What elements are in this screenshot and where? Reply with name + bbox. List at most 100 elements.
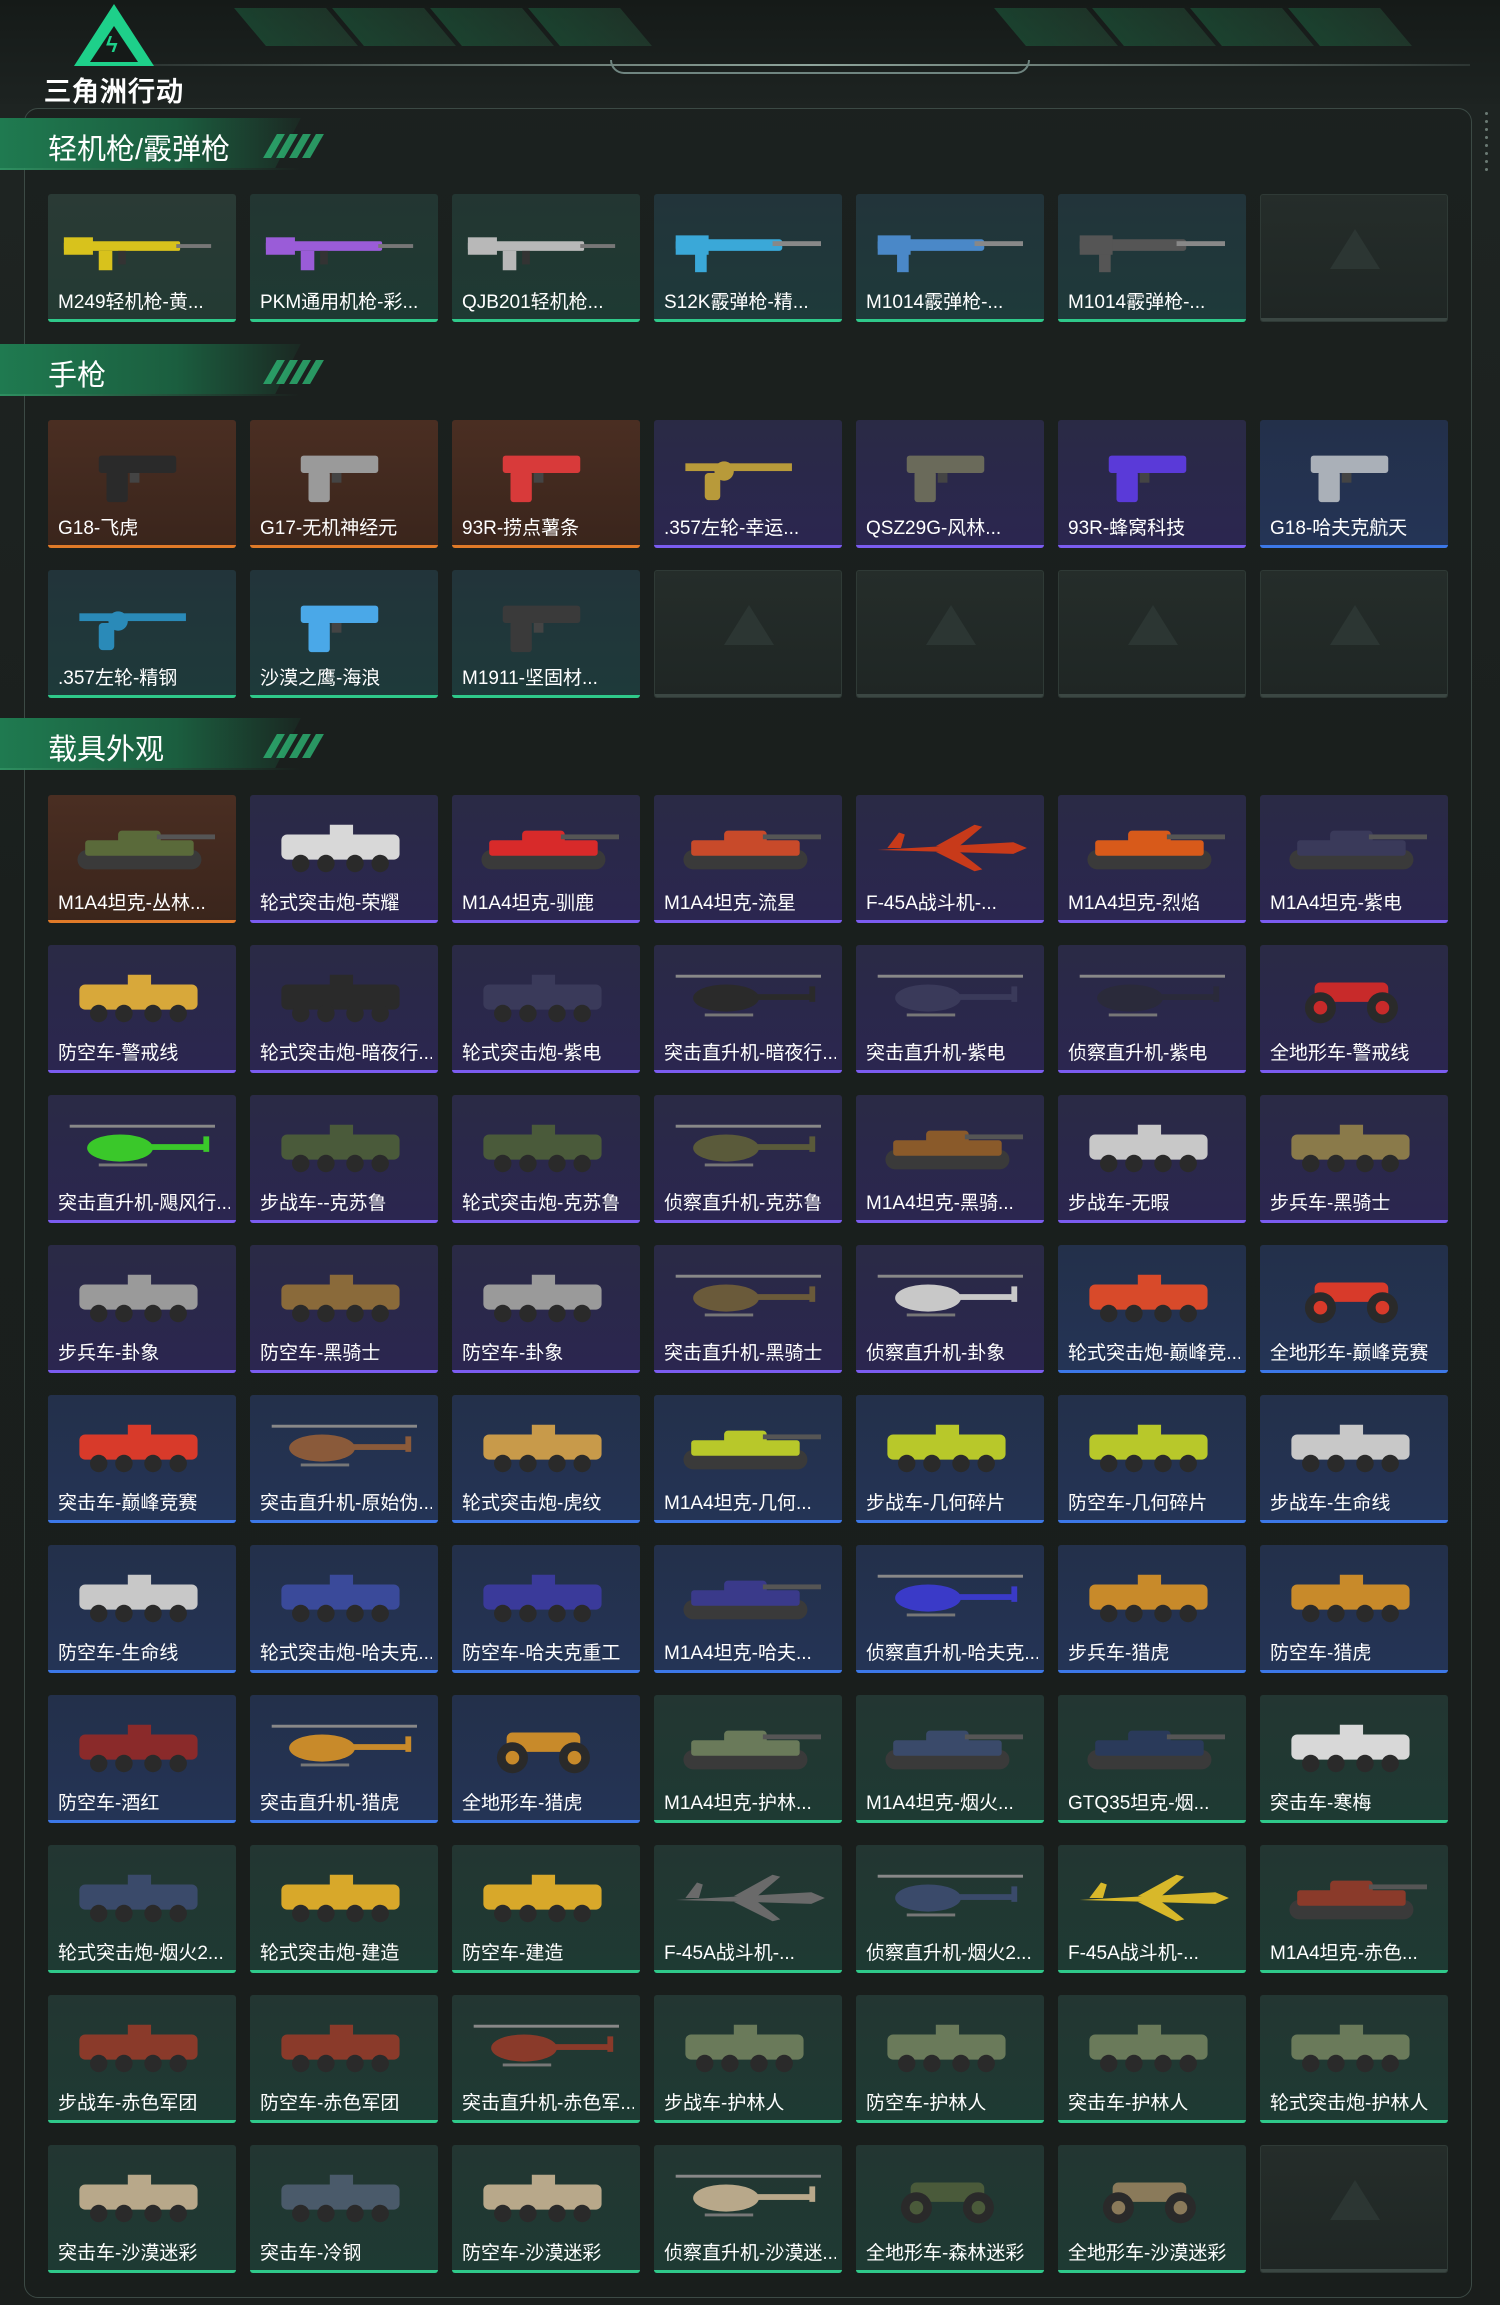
item-card[interactable]: 全地形车-猎虎 xyxy=(452,1695,640,1823)
item-name: M1014霰弹枪-... xyxy=(866,292,1004,313)
item-name: 突击车-巅峰竞赛 xyxy=(58,1493,198,1514)
item-card[interactable]: M1A4坦克-驯鹿 xyxy=(452,795,640,923)
item-card[interactable]: 防空车-建造 xyxy=(452,1845,640,1973)
item-card[interactable]: GTQ35坦克-烟... xyxy=(1058,1695,1246,1823)
item-name: F-45A战斗机-... xyxy=(866,893,997,914)
item-name: 侦察直升机-紫电 xyxy=(1068,1043,1208,1064)
item-card[interactable]: M1A4坦克-哈夫... xyxy=(654,1545,842,1673)
item-card[interactable]: S12K霰弹枪-精... xyxy=(654,194,842,322)
item-card[interactable]: M1A4坦克-几何... xyxy=(654,1395,842,1523)
item-card[interactable]: 防空车-警戒线 xyxy=(48,945,236,1073)
item-card[interactable]: M1911-坚固材... xyxy=(452,570,640,698)
rarity-stripe xyxy=(48,2270,236,2273)
item-card[interactable]: 突击直升机-原始伪... xyxy=(250,1395,438,1523)
jet-icon xyxy=(877,824,1027,872)
item-card[interactable]: PKM通用机枪-彩... xyxy=(250,194,438,322)
item-card[interactable]: 步战车-无暇 xyxy=(1058,1095,1246,1223)
item-card[interactable]: QSZ29G-风林... xyxy=(856,420,1044,548)
item-card[interactable]: 93R-蜂窝科技 xyxy=(1058,420,1246,548)
item-card[interactable]: 突击直升机-猎虎 xyxy=(250,1695,438,1823)
item-card[interactable]: M1014霰弹枪-... xyxy=(856,194,1044,322)
item-card[interactable]: .357左轮-幸运... xyxy=(654,420,842,548)
rarity-stripe xyxy=(452,2270,640,2273)
item-card[interactable]: G18-飞虎 xyxy=(48,420,236,548)
item-card[interactable]: 步兵车-猎虎 xyxy=(1058,1545,1246,1673)
item-card[interactable]: 防空车-酒红 xyxy=(48,1695,236,1823)
item-card[interactable]: 防空车-沙漠迷彩 xyxy=(452,2145,640,2273)
item-card[interactable]: M1014霰弹枪-... xyxy=(1058,194,1246,322)
item-card[interactable]: 步兵车-卦象 xyxy=(48,1245,236,1373)
item-card[interactable]: M249轻机枪-黄... xyxy=(48,194,236,322)
item-card[interactable]: 突击直升机-飓风行... xyxy=(48,1095,236,1223)
item-card[interactable]: 突击车-寒梅 xyxy=(1260,1695,1448,1823)
item-card[interactable]: M1A4坦克-紫电 xyxy=(1260,795,1448,923)
rarity-stripe xyxy=(856,1370,1044,1373)
item-card[interactable]: 轮式突击炮-巅峰竞... xyxy=(1058,1245,1246,1373)
item-card[interactable]: 轮式突击炮-建造 xyxy=(250,1845,438,1973)
item-card[interactable]: 轮式突击炮-荣耀 xyxy=(250,795,438,923)
item-card[interactable]: .357左轮-精钢 xyxy=(48,570,236,698)
item-card[interactable]: 突击车-护林人 xyxy=(1058,1995,1246,2123)
item-card[interactable]: 步兵车-黑骑士 xyxy=(1260,1095,1448,1223)
item-name: 步战车-无暇 xyxy=(1068,1193,1170,1214)
item-card[interactable]: M1A4坦克-丛林... xyxy=(48,795,236,923)
item-card[interactable]: 轮式突击炮-虎纹 xyxy=(452,1395,640,1523)
rarity-stripe xyxy=(1260,1070,1448,1073)
rarity-stripe xyxy=(856,545,1044,548)
item-card[interactable]: 全地形车-警戒线 xyxy=(1260,945,1448,1073)
item-card[interactable]: 侦察直升机-沙漠迷... xyxy=(654,2145,842,2273)
item-card[interactable]: M1A4坦克-烈焰 xyxy=(1058,795,1246,923)
item-card[interactable]: 突击直升机-黑骑士 xyxy=(654,1245,842,1373)
item-card[interactable]: 93R-捞点薯条 xyxy=(452,420,640,548)
item-card[interactable]: 突击直升机-赤色军... xyxy=(452,1995,640,2123)
item-card[interactable]: 防空车-猎虎 xyxy=(1260,1545,1448,1673)
item-card[interactable]: 全地形车-沙漠迷彩 xyxy=(1058,2145,1246,2273)
item-card[interactable]: 轮式突击炮-暗夜行... xyxy=(250,945,438,1073)
item-card[interactable]: 突击车-巅峰竞赛 xyxy=(48,1395,236,1523)
item-card[interactable]: 步战车-赤色军团 xyxy=(48,1995,236,2123)
item-card[interactable]: 步战车-生命线 xyxy=(1260,1395,1448,1523)
item-card[interactable]: G17-无机神经元 xyxy=(250,420,438,548)
item-card[interactable]: F-45A战斗机-... xyxy=(856,795,1044,923)
item-name: PKM通用机枪-彩... xyxy=(260,292,419,313)
item-card[interactable]: 全地形车-巅峰竞赛 xyxy=(1260,1245,1448,1373)
item-card[interactable]: 步战车-护林人 xyxy=(654,1995,842,2123)
item-card[interactable]: F-45A战斗机-... xyxy=(1058,1845,1246,1973)
item-card[interactable]: M1A4坦克-黑骑... xyxy=(856,1095,1044,1223)
item-card[interactable]: 轮式突击炮-护林人 xyxy=(1260,1995,1448,2123)
item-card[interactable]: 轮式突击炮-紫电 xyxy=(452,945,640,1073)
item-card[interactable]: 沙漠之鹰-海浪 xyxy=(250,570,438,698)
rarity-stripe xyxy=(1260,1370,1448,1373)
item-card[interactable]: 防空车-几何碎片 xyxy=(1058,1395,1246,1523)
item-card[interactable]: M1A4坦克-烟火... xyxy=(856,1695,1044,1823)
scrollbar-indicator[interactable] xyxy=(1485,112,1488,171)
item-card[interactable]: 全地形车-森林迷彩 xyxy=(856,2145,1044,2273)
item-card[interactable]: 防空车-黑骑士 xyxy=(250,1245,438,1373)
item-card[interactable]: 侦察直升机-克苏鲁 xyxy=(654,1095,842,1223)
item-card[interactable]: 侦察直升机-烟火2... xyxy=(856,1845,1044,1973)
item-card[interactable]: 防空车-哈夫克重工 xyxy=(452,1545,640,1673)
item-card[interactable]: F-45A战斗机-... xyxy=(654,1845,842,1973)
item-card[interactable]: M1A4坦克-流星 xyxy=(654,795,842,923)
item-card[interactable]: QJB201轻机枪... xyxy=(452,194,640,322)
item-card[interactable]: 防空车-卦象 xyxy=(452,1245,640,1373)
item-card[interactable]: M1A4坦克-护林... xyxy=(654,1695,842,1823)
item-card[interactable]: 突击直升机-紫电 xyxy=(856,945,1044,1073)
item-card[interactable]: 轮式突击炮-烟火2... xyxy=(48,1845,236,1973)
item-card[interactable]: 轮式突击炮-克苏鲁 xyxy=(452,1095,640,1223)
item-card[interactable]: 步战车-几何碎片 xyxy=(856,1395,1044,1523)
item-card[interactable]: 侦察直升机-紫电 xyxy=(1058,945,1246,1073)
rarity-stripe xyxy=(250,695,438,698)
item-card[interactable]: 防空车-生命线 xyxy=(48,1545,236,1673)
item-card[interactable]: 突击车-冷钢 xyxy=(250,2145,438,2273)
item-card[interactable]: M1A4坦克-赤色... xyxy=(1260,1845,1448,1973)
item-card[interactable]: G18-哈夫克航天 xyxy=(1260,420,1448,548)
item-card[interactable]: 侦察直升机-卦象 xyxy=(856,1245,1044,1373)
item-card[interactable]: 防空车-赤色军团 xyxy=(250,1995,438,2123)
item-card[interactable]: 步战车--克苏鲁 xyxy=(250,1095,438,1223)
item-card[interactable]: 轮式突击炮-哈夫克... xyxy=(250,1545,438,1673)
item-card[interactable]: 侦察直升机-哈夫克... xyxy=(856,1545,1044,1673)
item-card[interactable]: 突击直升机-暗夜行... xyxy=(654,945,842,1073)
item-card[interactable]: 突击车-沙漠迷彩 xyxy=(48,2145,236,2273)
item-card[interactable]: 防空车-护林人 xyxy=(856,1995,1044,2123)
